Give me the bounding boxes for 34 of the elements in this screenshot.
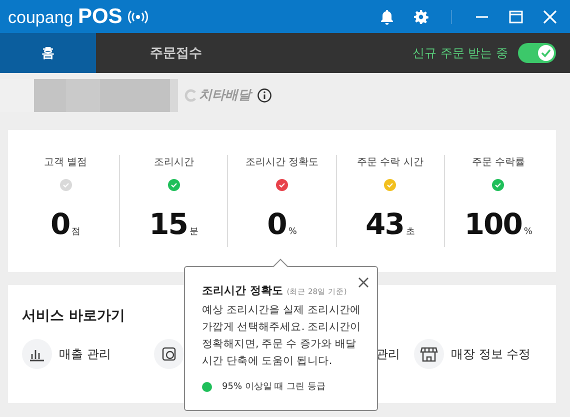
maximize-icon[interactable] (508, 8, 524, 24)
stat-label: 조리시간 정확도 (245, 156, 319, 169)
stat-value: 0% (267, 207, 297, 241)
tab[interactable]: 주문접수 (96, 33, 256, 73)
order-toggle[interactable] (518, 43, 556, 63)
app-logo: coupang POS (8, 4, 122, 28)
bar-chart-icon[interactable] (22, 339, 52, 369)
stat-label: 조리시간 (154, 156, 194, 169)
stat-label: 고객 별점 (44, 156, 88, 169)
store-icon[interactable] (414, 339, 444, 369)
check-icon (540, 47, 552, 59)
delivery-badge: 치타배달 (184, 86, 251, 104)
stat-value: 43 초 (366, 207, 415, 241)
shortcut-label[interactable]: 관리 (376, 346, 400, 362)
bell-icon[interactable] (379, 8, 395, 24)
coupon-icon[interactable] (154, 339, 184, 369)
section-title: 서비스 바로가기 (22, 308, 125, 324)
stat-value: 0 점 (50, 207, 81, 241)
close-icon[interactable] (358, 277, 369, 288)
shortcut-label[interactable]: 매장 정보 수정 (451, 346, 531, 362)
info-icon[interactable] (257, 88, 272, 102)
settings-icon[interactable] (413, 8, 429, 24)
legend-text: 95% 이상일 때 그린 등급 (222, 381, 326, 393)
popup-text: 예상 조리시간을 실제 조리시간에 가깝게 선택해주세요. 조리시간이 정확해지면, 주문 수 증가와 배달 시간 단축에 도움이 됩니다. (202, 303, 362, 369)
stat-value: 100% (464, 207, 532, 241)
tab[interactable]: 홈 (0, 33, 96, 73)
stat-value: 15 분 (149, 207, 198, 241)
signal-icon (128, 10, 148, 24)
status-dot (202, 382, 212, 392)
popup-title: 조리시간 정확도 (202, 284, 283, 297)
toggle-label: 신규 주문 받는 중 (412, 44, 508, 62)
shortcut-label[interactable]: 매출 관리 (59, 346, 111, 362)
stat-label: 주문 수락률 (472, 156, 525, 169)
stat-label: 주문 수락 시간 (357, 156, 424, 169)
